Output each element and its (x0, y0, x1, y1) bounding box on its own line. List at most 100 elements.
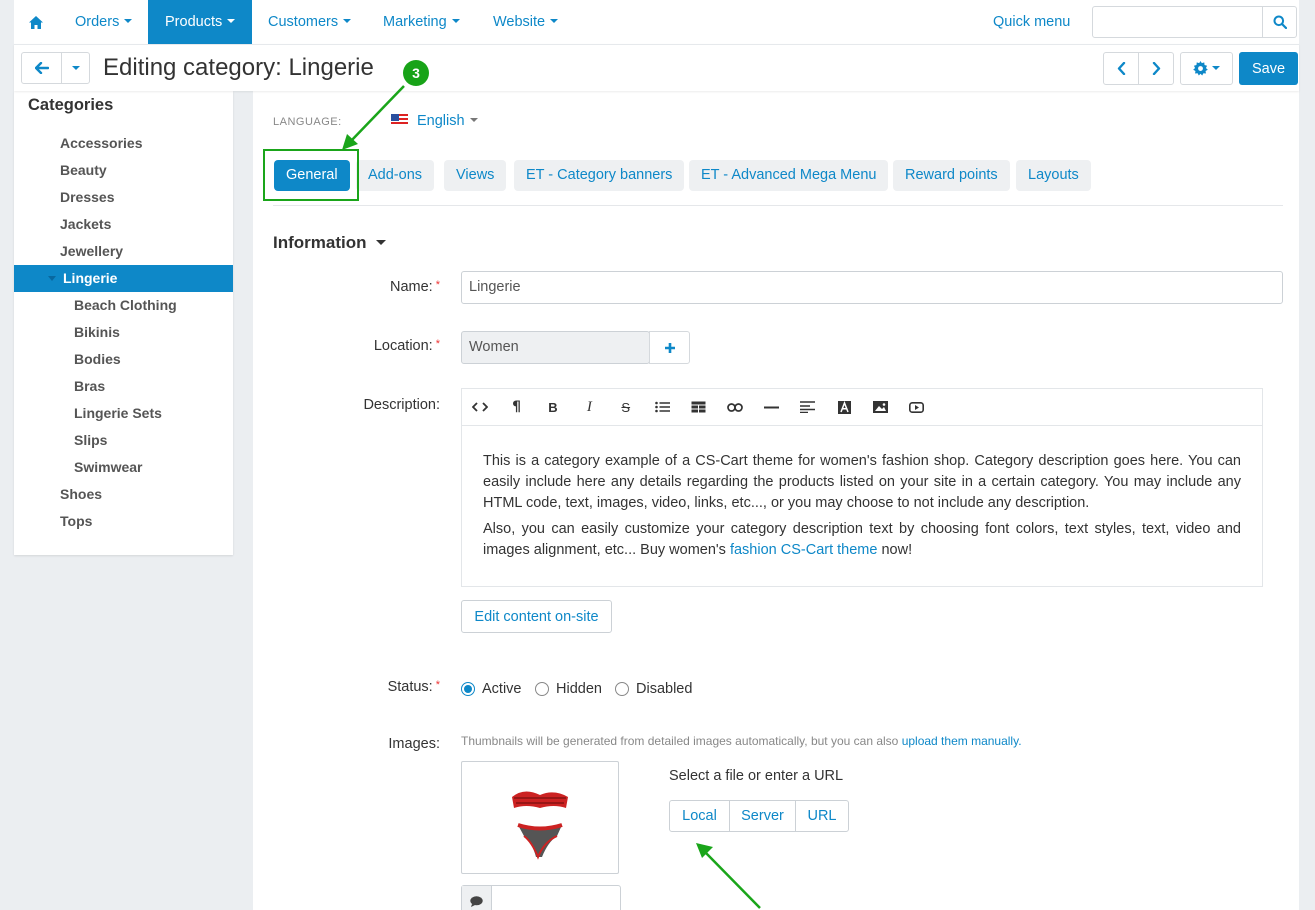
source-server-button[interactable]: Server (730, 801, 796, 831)
chevron-down-icon (375, 240, 386, 246)
link-icon[interactable] (717, 389, 753, 425)
theme-link[interactable]: fashion CS-Cart theme (730, 542, 877, 558)
nav-orders[interactable]: Orders (75, 0, 133, 44)
search-button[interactable] (1262, 7, 1296, 37)
sidebar-item-beach-clothing[interactable]: Beach Clothing (14, 292, 233, 319)
comment-icon (462, 886, 492, 910)
back-button[interactable] (21, 52, 62, 84)
home-icon[interactable] (14, 0, 58, 44)
sidebar-item-jewellery[interactable]: Jewellery (14, 238, 233, 265)
sidebar-item-bras[interactable]: Bras (14, 373, 233, 400)
chevron-down-icon (469, 118, 478, 123)
sidebar-item-accessories[interactable]: Accessories (14, 130, 233, 157)
required-marker: * (435, 279, 440, 291)
radio-label: Disabled (636, 681, 693, 697)
table-icon[interactable] (680, 389, 716, 425)
nav-products[interactable]: Products (148, 0, 252, 44)
language-selector[interactable]: English (391, 113, 478, 129)
status-label: Status: * (253, 679, 440, 695)
status-active-radio[interactable]: Active (461, 681, 522, 697)
prev-category-button[interactable] (1103, 52, 1139, 85)
step-badge: 3 (403, 60, 429, 86)
nav-products-label: Products (165, 14, 223, 30)
sidebar-item-slips[interactable]: Slips (14, 427, 233, 454)
sidebar-item-jackets[interactable]: Jackets (14, 211, 233, 238)
bullet-list-icon[interactable] (644, 389, 680, 425)
sidebar-item-tops[interactable]: Tops (14, 508, 233, 535)
bold-icon[interactable]: B (535, 389, 571, 425)
main-content: LANGUAGE: English General Add-ons Views … (253, 91, 1299, 910)
history-dropdown-button[interactable] (61, 52, 90, 84)
source-local-button[interactable]: Local (670, 801, 730, 831)
images-label: Images: (388, 736, 440, 752)
sidebar-item-lingerie-sets[interactable]: Lingerie Sets (14, 400, 233, 427)
section-title[interactable]: Information (273, 233, 386, 253)
location-label: Location: * (253, 338, 440, 354)
italic-icon[interactable]: I (571, 389, 607, 425)
tab-category-banners[interactable]: ET - Category banners (514, 160, 685, 191)
sidebar-item-dresses[interactable]: Dresses (14, 184, 233, 211)
paragraph-icon[interactable]: ¶ (498, 389, 534, 425)
edit-content-onsite-button[interactable]: Edit content on-site (461, 600, 612, 633)
font-color-icon[interactable] (826, 389, 862, 425)
save-button[interactable]: Save (1239, 52, 1298, 85)
description-paragraph: Also, you can easily customize your cate… (483, 519, 1241, 561)
sidebar-item-bikinis[interactable]: Bikinis (14, 319, 233, 346)
video-icon[interactable] (899, 389, 935, 425)
quick-menu-link[interactable]: Quick menu (993, 0, 1070, 44)
settings-dropdown-button[interactable] (1180, 52, 1233, 85)
radio-unchecked-icon (535, 682, 549, 696)
name-field[interactable]: Lingerie (461, 271, 1283, 304)
images-hint: Thumbnails will be generated from detail… (461, 734, 1022, 748)
sidebar-item-lingerie[interactable]: Lingerie (14, 265, 233, 292)
tab-advanced-mega-menu[interactable]: ET - Advanced Mega Menu (689, 160, 889, 191)
category-image-thumbnail[interactable] (461, 761, 619, 874)
status-disabled-radio[interactable]: Disabled (615, 681, 692, 697)
description-editor[interactable]: This is a category example of a CS-Cart … (461, 425, 1263, 587)
editor-toolbar: ¶ B I S (461, 388, 1263, 425)
nav-marketing[interactable]: Marketing (383, 0, 460, 44)
description-label: Description: (363, 397, 440, 413)
status-label-text: Status: (387, 679, 433, 695)
upload-manually-link[interactable]: upload them manually. (902, 734, 1022, 748)
image-icon[interactable] (862, 389, 898, 425)
tab-add-ons[interactable]: Add-ons (356, 160, 435, 191)
code-view-icon[interactable] (462, 389, 498, 425)
language-label: LANGUAGE: (273, 116, 342, 128)
file-prompt: Select a file or enter a URL (669, 768, 844, 784)
add-location-button[interactable] (649, 331, 690, 364)
nav-orders-label: Orders (75, 14, 120, 30)
alt-text-field[interactable] (461, 885, 621, 910)
chevron-down-icon (550, 19, 559, 24)
radio-checked-icon (461, 682, 475, 696)
name-label: Name: * (253, 279, 440, 295)
location-field: Women (461, 331, 650, 364)
highlight-box (263, 149, 359, 201)
nav-customers[interactable]: Customers (268, 0, 352, 44)
tab-layouts[interactable]: Layouts (1016, 160, 1091, 191)
file-source-group: Local Server URL (669, 800, 849, 832)
next-category-button[interactable] (1138, 52, 1174, 85)
source-url-button[interactable]: URL (796, 801, 848, 831)
chevron-down-icon (343, 19, 352, 24)
required-marker: * (435, 679, 440, 691)
caret-down-icon[interactable] (48, 276, 56, 281)
nav-website[interactable]: Website (493, 0, 559, 44)
sidebar-item-swimwear[interactable]: Swimwear (14, 454, 233, 481)
align-icon[interactable] (790, 389, 826, 425)
horizontal-rule-icon[interactable] (753, 389, 789, 425)
description-text: now! (877, 542, 913, 558)
us-flag-icon (391, 113, 408, 126)
chevron-right-icon (1152, 62, 1160, 75)
sidebar-item-beauty[interactable]: Beauty (14, 157, 233, 184)
strikethrough-icon[interactable]: S (608, 389, 644, 425)
chevron-left-icon (1117, 62, 1125, 75)
tab-reward-points[interactable]: Reward points (893, 160, 1010, 191)
search-input[interactable] (1092, 6, 1297, 38)
tab-views[interactable]: Views (444, 160, 507, 191)
arrow-left-icon (34, 62, 49, 74)
sidebar-item-bodies[interactable]: Bodies (14, 346, 233, 373)
status-hidden-radio[interactable]: Hidden (535, 681, 602, 697)
location-label-text: Location: (373, 338, 433, 354)
sidebar-item-shoes[interactable]: Shoes (14, 481, 233, 508)
